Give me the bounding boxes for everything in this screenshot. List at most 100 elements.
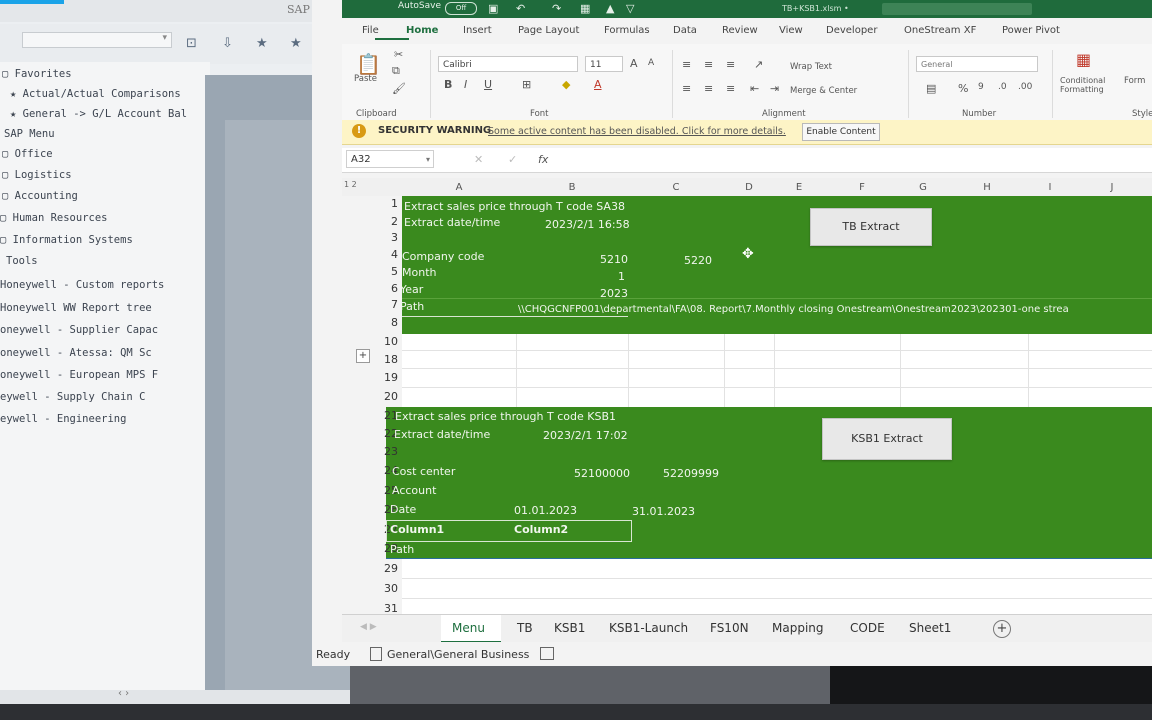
- wrap-text-button[interactable]: Wrap Text: [790, 62, 832, 72]
- column-d-header[interactable]: D: [724, 182, 774, 193]
- cell-a6[interactable]: Year: [400, 283, 423, 296]
- column-i-header[interactable]: I: [1028, 182, 1072, 193]
- row-number[interactable]: 10: [370, 335, 398, 348]
- autosave-toggle[interactable]: Off: [445, 2, 477, 15]
- sort-icon[interactable]: ▲: [606, 2, 614, 15]
- column-j-header[interactable]: J: [1072, 182, 1152, 193]
- outdent-icon[interactable]: ⇥: [770, 82, 779, 95]
- tree-node-european-mps[interactable]: oneywell - European MPS F: [0, 369, 158, 381]
- cell-a1[interactable]: Extract sales price through T code SA38: [404, 200, 625, 213]
- undo-icon[interactable]: ↶: [516, 2, 525, 15]
- paste-icon[interactable]: 📋: [356, 52, 381, 76]
- align-middle-icon[interactable]: ≡: [704, 58, 713, 71]
- cell-b2[interactable]: 2023/2/1 16:58: [545, 218, 630, 231]
- sensitivity-icon[interactable]: [370, 647, 382, 661]
- align-center-icon[interactable]: ≡: [704, 82, 713, 95]
- column-b-header[interactable]: B: [516, 182, 628, 193]
- row-number[interactable]: 23: [370, 445, 398, 458]
- tab-file[interactable]: File: [362, 25, 379, 36]
- row-number[interactable]: 4: [370, 248, 398, 261]
- column-a-header[interactable]: A: [402, 182, 516, 193]
- bold-icon[interactable]: B: [444, 78, 452, 91]
- search-box[interactable]: [882, 3, 1032, 15]
- tree-node-supply-chain[interactable]: eywell - Supply Chain C: [0, 391, 145, 403]
- decrease-font-icon[interactable]: A: [648, 58, 654, 68]
- decrease-decimal-icon[interactable]: .00: [1018, 82, 1032, 92]
- sheet-tab-sheet1[interactable]: Sheet1: [909, 621, 951, 635]
- sheet-tab-ksb1-launch[interactable]: KSB1-Launch: [609, 621, 688, 635]
- row-number[interactable]: 6: [370, 282, 398, 295]
- column-e-header[interactable]: E: [774, 182, 824, 193]
- cell-b5[interactable]: 1: [618, 270, 625, 283]
- indent-icon[interactable]: ⇤: [750, 82, 759, 95]
- orientation-icon[interactable]: ↗: [754, 58, 763, 71]
- cell-a25[interactable]: Account: [392, 484, 436, 497]
- cell-b27[interactable]: Column2: [514, 523, 568, 536]
- enable-content-button[interactable]: Enable Content: [802, 123, 880, 141]
- sensitivity-label[interactable]: General\General Business: [387, 648, 529, 661]
- scroll-arrows-icon[interactable]: ‹ ›: [118, 688, 129, 699]
- insert-function-icon[interactable]: fx: [538, 153, 548, 166]
- tb-extract-button[interactable]: TB Extract: [810, 208, 932, 246]
- row-number[interactable]: 5: [370, 265, 398, 278]
- cell-a24[interactable]: Cost center: [392, 465, 455, 478]
- comma-style-icon[interactable]: 9: [978, 82, 984, 92]
- tree-node-favorites[interactable]: ▢ Favorites: [2, 68, 72, 80]
- expand-group-icon[interactable]: +: [356, 349, 370, 363]
- security-warning-link[interactable]: Some active content has been disabled. C…: [488, 126, 786, 137]
- tab-page-layout[interactable]: Page Layout: [518, 25, 579, 36]
- tab-developer[interactable]: Developer: [826, 25, 877, 36]
- form-icon[interactable]: ▦: [580, 2, 590, 15]
- sheet-tab-menu[interactable]: Menu: [452, 621, 485, 635]
- borders-icon[interactable]: ⊞: [522, 78, 531, 91]
- cell-b6[interactable]: 2023: [600, 287, 628, 300]
- tree-node-supplier-capac[interactable]: oneywell - Supplier Capac: [0, 324, 158, 336]
- tab-data[interactable]: Data: [673, 25, 697, 36]
- align-right-icon[interactable]: ≡: [726, 82, 735, 95]
- outline-level-buttons[interactable]: 1 2: [344, 180, 357, 189]
- sap-save-icon[interactable]: ⇩: [222, 36, 233, 51]
- cell-b4[interactable]: 5210: [600, 253, 628, 266]
- tree-node-information-systems[interactable]: ▢ Information Systems: [0, 234, 133, 246]
- column-c-header[interactable]: C: [628, 182, 724, 193]
- row-number[interactable]: 7: [370, 298, 398, 311]
- row-number[interactable]: 2: [370, 215, 398, 228]
- cancel-icon[interactable]: ✕: [474, 153, 483, 166]
- tree-node-ww-report-tree[interactable]: Honeywell WW Report tree: [0, 302, 152, 314]
- tab-onestream[interactable]: OneStream XF: [904, 25, 976, 36]
- chevron-down-icon[interactable]: ▾: [162, 33, 167, 43]
- cell-a2[interactable]: Extract date/time: [404, 216, 500, 229]
- percent-icon[interactable]: %: [958, 82, 968, 95]
- format-painter-icon[interactable]: 🖌: [392, 82, 406, 95]
- underline-icon[interactable]: U: [484, 78, 492, 91]
- redo-icon[interactable]: ↷: [552, 2, 561, 15]
- merge-center-button[interactable]: Merge & Center: [790, 86, 857, 96]
- tree-node-tools[interactable]: Tools: [6, 255, 38, 267]
- fill-color-icon[interactable]: ◆: [562, 78, 570, 91]
- row-number[interactable]: 21: [370, 409, 398, 422]
- increase-font-icon[interactable]: A: [630, 57, 638, 70]
- sap-add-favorite-icon[interactable]: ★: [290, 36, 302, 51]
- cell-b26[interactable]: 01.01.2023: [514, 504, 577, 517]
- worksheet-grid[interactable]: 1 2 A B C D E F G H I J + 1 2 3 4 5 6 7 …: [342, 178, 1152, 614]
- cell-a28[interactable]: Path: [390, 543, 414, 556]
- tree-node-accounting[interactable]: ▢ Accounting: [2, 190, 78, 202]
- enter-icon[interactable]: ✓: [508, 153, 517, 166]
- sheet-nav-arrows-icon[interactable]: ◀ ▶: [360, 622, 377, 632]
- tab-insert[interactable]: Insert: [463, 25, 492, 36]
- increase-decimal-icon[interactable]: .0: [998, 82, 1007, 92]
- tree-node-favorite-1[interactable]: ★ Actual/Actual Comparisons: [10, 88, 181, 100]
- row-number[interactable]: 19: [370, 371, 398, 384]
- tab-home[interactable]: Home: [406, 25, 438, 36]
- conditional-formatting-button[interactable]: Conditional Formatting: [1060, 76, 1116, 94]
- font-size-field[interactable]: 11: [585, 56, 623, 72]
- cell-b7-path[interactable]: \\CHQGCNFP001\departmental\FA\08. Report…: [518, 304, 1069, 315]
- tree-node-engineering[interactable]: eywell - Engineering: [0, 413, 126, 425]
- tab-formulas[interactable]: Formulas: [604, 25, 650, 36]
- cut-icon[interactable]: ✂: [394, 48, 403, 61]
- tree-node-sap-menu[interactable]: SAP Menu: [4, 128, 55, 140]
- cell-a7[interactable]: Path: [400, 300, 424, 313]
- copy-icon[interactable]: ⧉: [392, 64, 400, 78]
- sheet-tab-ksb1[interactable]: KSB1: [554, 621, 585, 635]
- save-icon[interactable]: ▣: [488, 2, 498, 15]
